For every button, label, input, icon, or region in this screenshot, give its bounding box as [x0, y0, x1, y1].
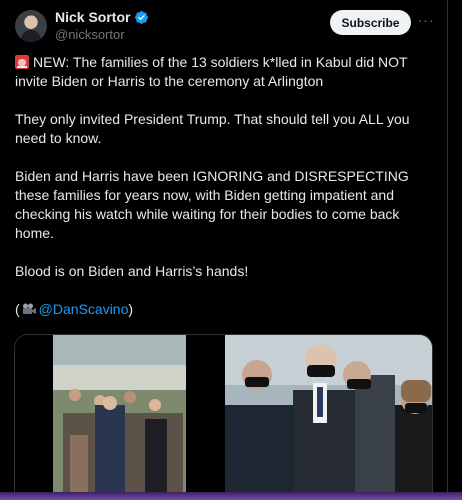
movie-camera-emoji-icon [22, 303, 36, 314]
bottom-accent-bar [0, 492, 462, 500]
mention-link[interactable]: @DanScavino [39, 301, 129, 317]
tweet-paragraph-1: NEW: The families of the 13 soldiers k*l… [15, 53, 433, 91]
author-display-name[interactable]: Nick Sortor [55, 9, 130, 25]
more-horizontal-icon[interactable]: ··· [417, 13, 435, 31]
author-handle[interactable]: @nicksortor [55, 27, 125, 42]
tweet-paragraph-3: Biden and Harris have been IGNORING and … [15, 168, 409, 241]
subscribe-button[interactable]: Subscribe [330, 10, 411, 35]
credit-open-paren: ( [15, 301, 20, 317]
media-photo-right[interactable] [225, 335, 433, 500]
tweet-paragraph-1-text: NEW: The families of the 13 soldiers k*l… [15, 54, 408, 89]
credit-close-paren: ) [128, 301, 134, 317]
verified-badge-icon [135, 10, 149, 24]
tweet-text: NEW: The families of the 13 soldiers k*l… [15, 53, 433, 319]
tweet-paragraph-4: Blood is on Biden and Harris’s hands! [15, 263, 249, 279]
tweet-credit: ( @DanScavino) [15, 300, 433, 319]
media-photo-left[interactable] [15, 335, 224, 500]
tweet-card: Nick Sortor @nicksortor Subscribe ··· NE… [0, 0, 448, 500]
author-name-row: Nick Sortor [55, 9, 149, 25]
media-attachment[interactable] [14, 334, 433, 500]
siren-emoji-icon [15, 55, 29, 69]
tweet-paragraph-2: They only invited President Trump. That … [15, 111, 410, 146]
avatar[interactable] [15, 10, 47, 42]
